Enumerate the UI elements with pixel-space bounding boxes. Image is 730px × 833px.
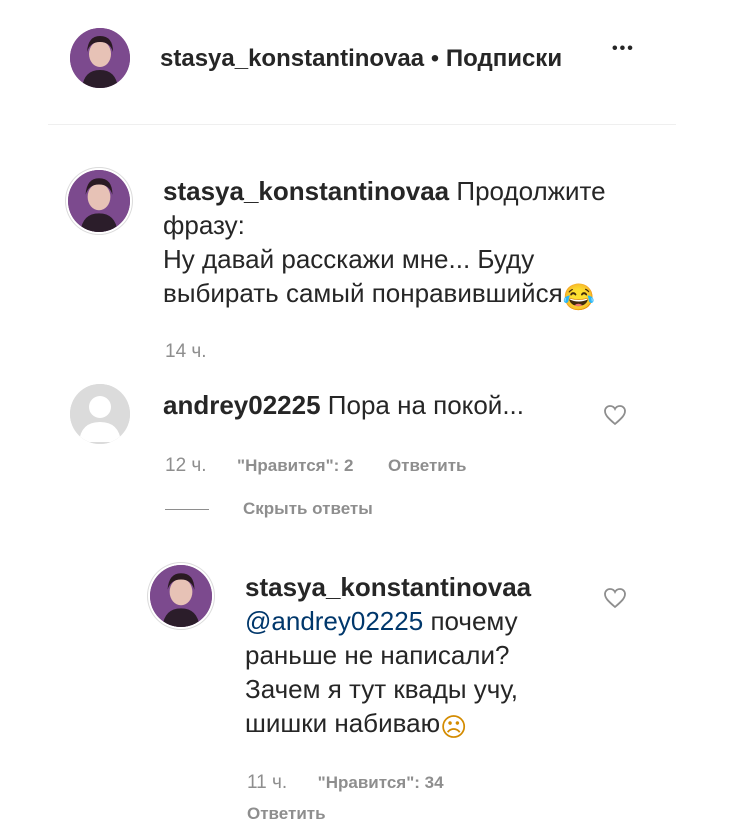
reply-line-2: раньше не написали? bbox=[245, 640, 510, 670]
caption-username[interactable]: stasya_konstantinovaa bbox=[163, 176, 449, 206]
heart-outline-icon[interactable] bbox=[603, 587, 627, 609]
caption-text: stasya_konstantinovaa Продолжите фразу: … bbox=[163, 174, 633, 314]
reply-avatar[interactable] bbox=[150, 565, 212, 627]
more-options-icon[interactable]: ••• bbox=[612, 40, 635, 58]
caption-time[interactable]: 14 ч. bbox=[165, 341, 207, 363]
caption-line-4: выбирать самый понравившийся bbox=[163, 278, 563, 308]
header-avatar[interactable] bbox=[70, 28, 130, 88]
comment-avatar[interactable] bbox=[70, 384, 130, 444]
reply-reply-button[interactable]: Ответить bbox=[247, 804, 326, 824]
hide-replies-button[interactable]: Скрыть ответы bbox=[243, 499, 373, 519]
header-divider bbox=[48, 124, 676, 125]
follow-status-button[interactable]: Подписки bbox=[446, 45, 562, 72]
reply-likes[interactable]: "Нравится": 34 bbox=[318, 773, 444, 792]
caption-avatar[interactable] bbox=[68, 170, 130, 232]
comment-body: Пора на покой... bbox=[327, 390, 524, 420]
caption-line-2: фразу: bbox=[163, 210, 245, 240]
profile-photo-icon bbox=[70, 28, 130, 88]
frowning-emoji-icon: ☹ bbox=[440, 712, 468, 742]
comment-username[interactable]: andrey02225 bbox=[163, 390, 321, 420]
reply-line-4: шишки набиваю bbox=[245, 708, 441, 738]
default-avatar-icon bbox=[70, 384, 130, 444]
profile-photo-icon bbox=[150, 565, 212, 627]
profile-photo-icon bbox=[68, 170, 130, 232]
reply-line-1: почему bbox=[430, 606, 518, 636]
reply-time[interactable]: 11 ч. bbox=[247, 772, 287, 793]
comment-time[interactable]: 12 ч. bbox=[165, 455, 207, 476]
reply-text: stasya_konstantinovaa @andrey02225 почем… bbox=[245, 570, 575, 744]
header-username[interactable]: stasya_konstantinovaa bbox=[160, 45, 424, 72]
header-separator: • bbox=[430, 45, 440, 72]
comment-meta: 12 ч. "Нравится": 2 Ответить bbox=[165, 455, 467, 477]
reply-meta: 11 ч. "Нравится": 34 bbox=[247, 772, 444, 794]
replies-line bbox=[165, 509, 209, 510]
heart-outline-icon[interactable] bbox=[603, 404, 627, 426]
comment-text: andrey02225 Пора на покой... bbox=[163, 388, 524, 422]
reply-line-3: Зачем я тут квады учу, bbox=[245, 674, 518, 704]
laughing-emoji-icon: 😂 bbox=[562, 282, 596, 312]
reply-mention-link[interactable]: @andrey02225 bbox=[245, 606, 423, 636]
caption-line-3: Ну давай расскажи мне... Буду bbox=[163, 244, 535, 274]
comment-likes[interactable]: "Нравится": 2 bbox=[237, 456, 353, 475]
header-title: stasya_konstantinovaa • Подписки bbox=[160, 44, 562, 74]
caption-line-1: Продолжите bbox=[456, 176, 606, 206]
reply-username[interactable]: stasya_konstantinovaa bbox=[245, 570, 575, 604]
comment-reply-button[interactable]: Ответить bbox=[388, 456, 467, 475]
